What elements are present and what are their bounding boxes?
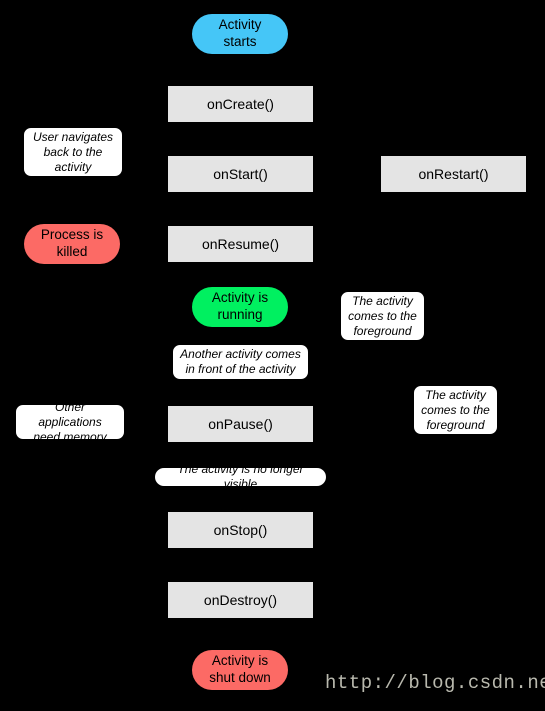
callout-another-activity-in-front: Another activity comes in front of the a… (172, 344, 309, 380)
callout-other-applications-need-memory: Other applications need memory (15, 400, 125, 444)
method-box-on-create[interactable]: onCreate() (168, 86, 313, 122)
method-box-on-resume[interactable]: onResume() (168, 226, 313, 262)
state-activity-is-running[interactable]: Activity is running (192, 287, 288, 327)
method-label: onPause() (208, 415, 273, 432)
method-box-on-restart[interactable]: onRestart() (381, 156, 526, 192)
callout-user-navigates-back: User navigates back to the activity (23, 127, 123, 177)
callout-activity-comes-to-foreground-top: The activity comes to the foreground (340, 291, 425, 341)
state-process-is-killed[interactable]: Process is killed (24, 224, 120, 264)
method-label: onDestroy() (203, 591, 278, 608)
method-box-on-stop[interactable]: onStop() (168, 512, 313, 548)
state-activity-starts[interactable]: Activity starts (192, 14, 288, 54)
method-box-on-start[interactable]: onStart() (168, 156, 313, 192)
method-label: onCreate() (207, 95, 274, 112)
callout-activity-comes-to-foreground-right: The activity comes to the foreground (413, 385, 498, 435)
activity-lifecycle-diagram: onCreate() onStart() onRestart() onResum… (0, 0, 545, 711)
method-label: onStop() (213, 521, 268, 538)
watermark-url: http://blog.csdn.net/ (325, 672, 545, 694)
state-activity-is-shut-down[interactable]: Activity is shut down (192, 650, 288, 690)
method-label: onResume() (201, 235, 280, 252)
method-label: onStart() (213, 165, 268, 182)
method-box-on-destroy[interactable]: onDestroy() (168, 582, 313, 618)
method-label: onRestart() (418, 165, 489, 182)
callout-activity-no-longer-visible: The activity is no longer visible (154, 462, 327, 491)
method-box-on-pause[interactable]: onPause() (168, 406, 313, 442)
